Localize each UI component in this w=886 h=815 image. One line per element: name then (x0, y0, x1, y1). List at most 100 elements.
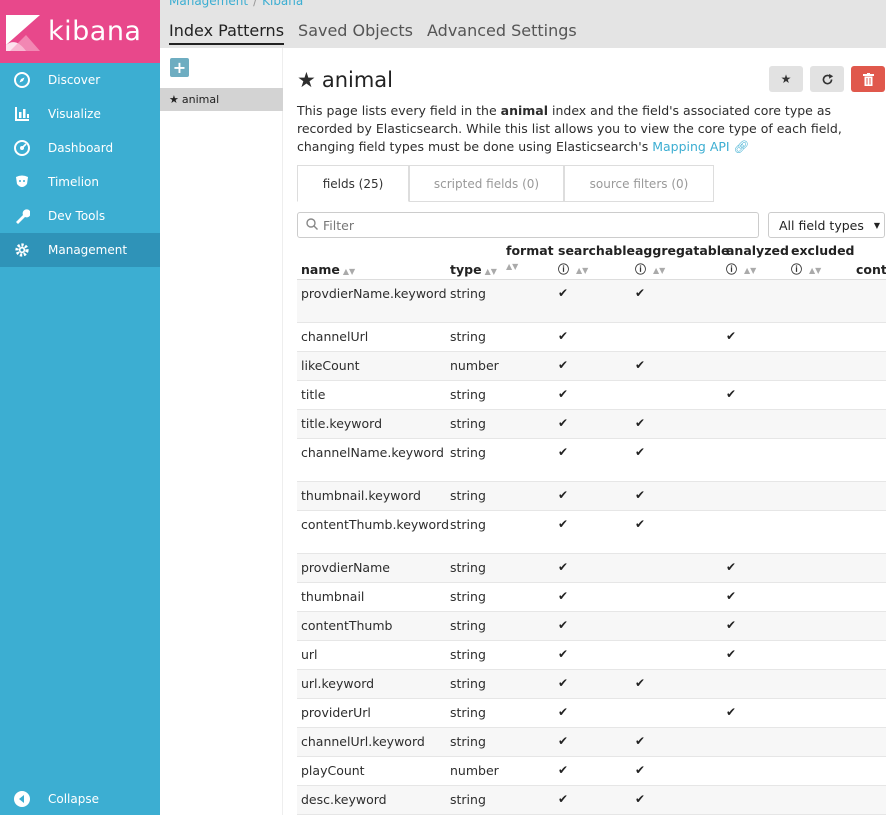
searchable-check: ✔ (558, 589, 569, 603)
field-type: string (450, 647, 486, 662)
trash-icon (862, 72, 874, 86)
col-format[interactable]: format ▲▼ (506, 243, 554, 271)
sidebar-item-timelion[interactable]: Timelion (0, 165, 160, 199)
kibana-logo[interactable]: kibana (0, 0, 160, 63)
analyzed-check: ✔ (726, 329, 737, 343)
table-row[interactable]: channelUrl.keyword string ✔ ✔ (297, 728, 886, 757)
aggregatable-check: ✔ (635, 358, 646, 372)
mapping-api-link[interactable]: Mapping API 🔗︎ (652, 139, 749, 154)
sidebar-item-discover[interactable]: Discover (0, 63, 160, 97)
star-icon: ★ (169, 93, 179, 106)
table-row[interactable]: provdierName.keyword string ✔ ✔ (297, 280, 886, 323)
field-name: channelUrl (301, 329, 369, 344)
tab-advanced-settings[interactable]: Advanced Settings (427, 21, 577, 45)
field-type: string (450, 517, 486, 532)
breadcrumb-parent[interactable]: Management (169, 0, 248, 8)
sidebar-item-management[interactable]: Management (0, 233, 160, 267)
table-row[interactable]: desc.keyword string ✔ ✔ (297, 786, 886, 815)
field-type: string (450, 705, 486, 720)
table-row[interactable]: url string ✔ ✔ (297, 641, 886, 670)
sidebar-item-dev-tools[interactable]: Dev Tools (0, 199, 160, 233)
delete-index-pattern-button[interactable] (851, 66, 885, 92)
table-row[interactable]: contentThumb string ✔ ✔ (297, 612, 886, 641)
col-cont[interactable]: cont (856, 262, 886, 277)
desc-text-pre: This page lists every field in the (297, 103, 501, 118)
table-row[interactable]: title.keyword string ✔ ✔ (297, 410, 886, 439)
top-tabs: Index Patterns Saved Objects Advanced Se… (169, 21, 591, 45)
col-aggregatable-label: aggregatable (635, 243, 730, 258)
col-aggregatable[interactable]: aggregatable ⓘ ▲▼ (635, 243, 729, 277)
tab-index-patterns[interactable]: Index Patterns (169, 21, 285, 45)
table-row[interactable]: thumbnail.keyword string ✔ ✔ (297, 482, 886, 511)
table-body: provdierName.keyword string ✔ ✔ channelUrl st… (297, 280, 886, 815)
sort-icon: ▲▼ (653, 266, 666, 275)
col-excluded[interactable]: excluded ⓘ ▲▼ (791, 243, 855, 277)
index-pattern-list: + ★ animal (160, 48, 283, 815)
field-type: string (450, 387, 486, 402)
col-searchable[interactable]: searchable ⓘ ▲▼ (558, 243, 635, 277)
field-type: number (450, 358, 499, 373)
info-icon: ⓘ (726, 263, 737, 276)
index-pattern-label: animal (181, 93, 220, 106)
field-name: channelName.keyword (301, 445, 444, 460)
field-name: desc.keyword (301, 792, 387, 807)
page-description: This page lists every field in the anima… (297, 102, 886, 156)
col-type-label: type (450, 262, 482, 277)
sidebar-item-dashboard[interactable]: Dashboard (0, 131, 160, 165)
col-name[interactable]: name ▲▼ (301, 262, 355, 277)
aggregatable-check: ✔ (635, 286, 646, 300)
field-name: provdierName (301, 560, 390, 575)
table-row[interactable]: url.keyword string ✔ ✔ (297, 670, 886, 699)
set-default-button[interactable]: ★ (769, 66, 803, 92)
tab-fields[interactable]: fields (25) (297, 165, 409, 202)
star-icon: ★ (780, 72, 792, 86)
add-index-pattern-button[interactable]: + (170, 58, 189, 77)
sort-icon: ▲▼ (576, 266, 589, 275)
table-row[interactable]: provdierName string ✔ ✔ (297, 554, 886, 583)
col-analyzed[interactable]: analyzed ⓘ ▲▼ (726, 243, 789, 277)
filter-input[interactable]: Filter (297, 212, 759, 238)
collapse-button[interactable]: Collapse (0, 783, 160, 815)
searchable-check: ✔ (558, 517, 569, 531)
logo-text: kibana (48, 16, 142, 47)
searchable-check: ✔ (558, 445, 569, 459)
field-type-select-value: All field types (779, 217, 864, 233)
table-row[interactable]: channelUrl string ✔ ✔ (297, 323, 886, 352)
col-type[interactable]: type ▲▼ (450, 262, 497, 277)
sort-icon: ▲▼ (342, 267, 356, 276)
table-row[interactable]: channelName.keyword string ✔ ✔ (297, 439, 886, 482)
wrench-icon (13, 207, 31, 225)
col-searchable-label: searchable (558, 243, 635, 258)
table-row[interactable]: playCount number ✔ ✔ (297, 757, 886, 786)
field-name: title (301, 387, 326, 402)
sidebar-item-visualize[interactable]: Visualize (0, 97, 160, 131)
field-type: string (450, 416, 486, 431)
table-row[interactable]: contentThumb.keyword string ✔ ✔ (297, 511, 886, 554)
tab-saved-objects[interactable]: Saved Objects (298, 21, 413, 45)
table-row[interactable]: providerUrl string ✔ ✔ (297, 699, 886, 728)
header-actions: ★ (769, 66, 885, 92)
refresh-icon (822, 73, 833, 84)
sidebar-item-label: Discover (48, 73, 101, 87)
caret-down-icon: ▼ (873, 220, 881, 230)
aggregatable-check: ✔ (635, 763, 646, 777)
tab-scripted-fields[interactable]: scripted fields (0) (409, 165, 564, 202)
field-type-select[interactable]: All field types ▼ (768, 212, 885, 238)
table-row[interactable]: likeCount number ✔ ✔ (297, 352, 886, 381)
info-icon: ⓘ (635, 263, 646, 276)
aggregatable-check: ✔ (635, 517, 646, 531)
sidebar-item-label: Management (48, 243, 128, 257)
plus-icon: + (172, 57, 187, 77)
table-row[interactable]: thumbnail string ✔ ✔ (297, 583, 886, 612)
aggregatable-check: ✔ (635, 792, 646, 806)
index-pattern-item[interactable]: ★ animal (160, 88, 283, 111)
link-icon: 🔗︎ (733, 139, 750, 154)
table-row[interactable]: title string ✔ ✔ (297, 381, 886, 410)
breadcrumb: Management / Kibana (169, 0, 303, 8)
breadcrumb-current[interactable]: Kibana (262, 0, 303, 8)
tab-source-filters[interactable]: source filters (0) (564, 165, 714, 202)
refresh-fields-button[interactable] (810, 66, 844, 92)
page-header: ★ animal (297, 68, 393, 92)
searchable-check: ✔ (558, 358, 569, 372)
searchable-check: ✔ (558, 763, 569, 777)
